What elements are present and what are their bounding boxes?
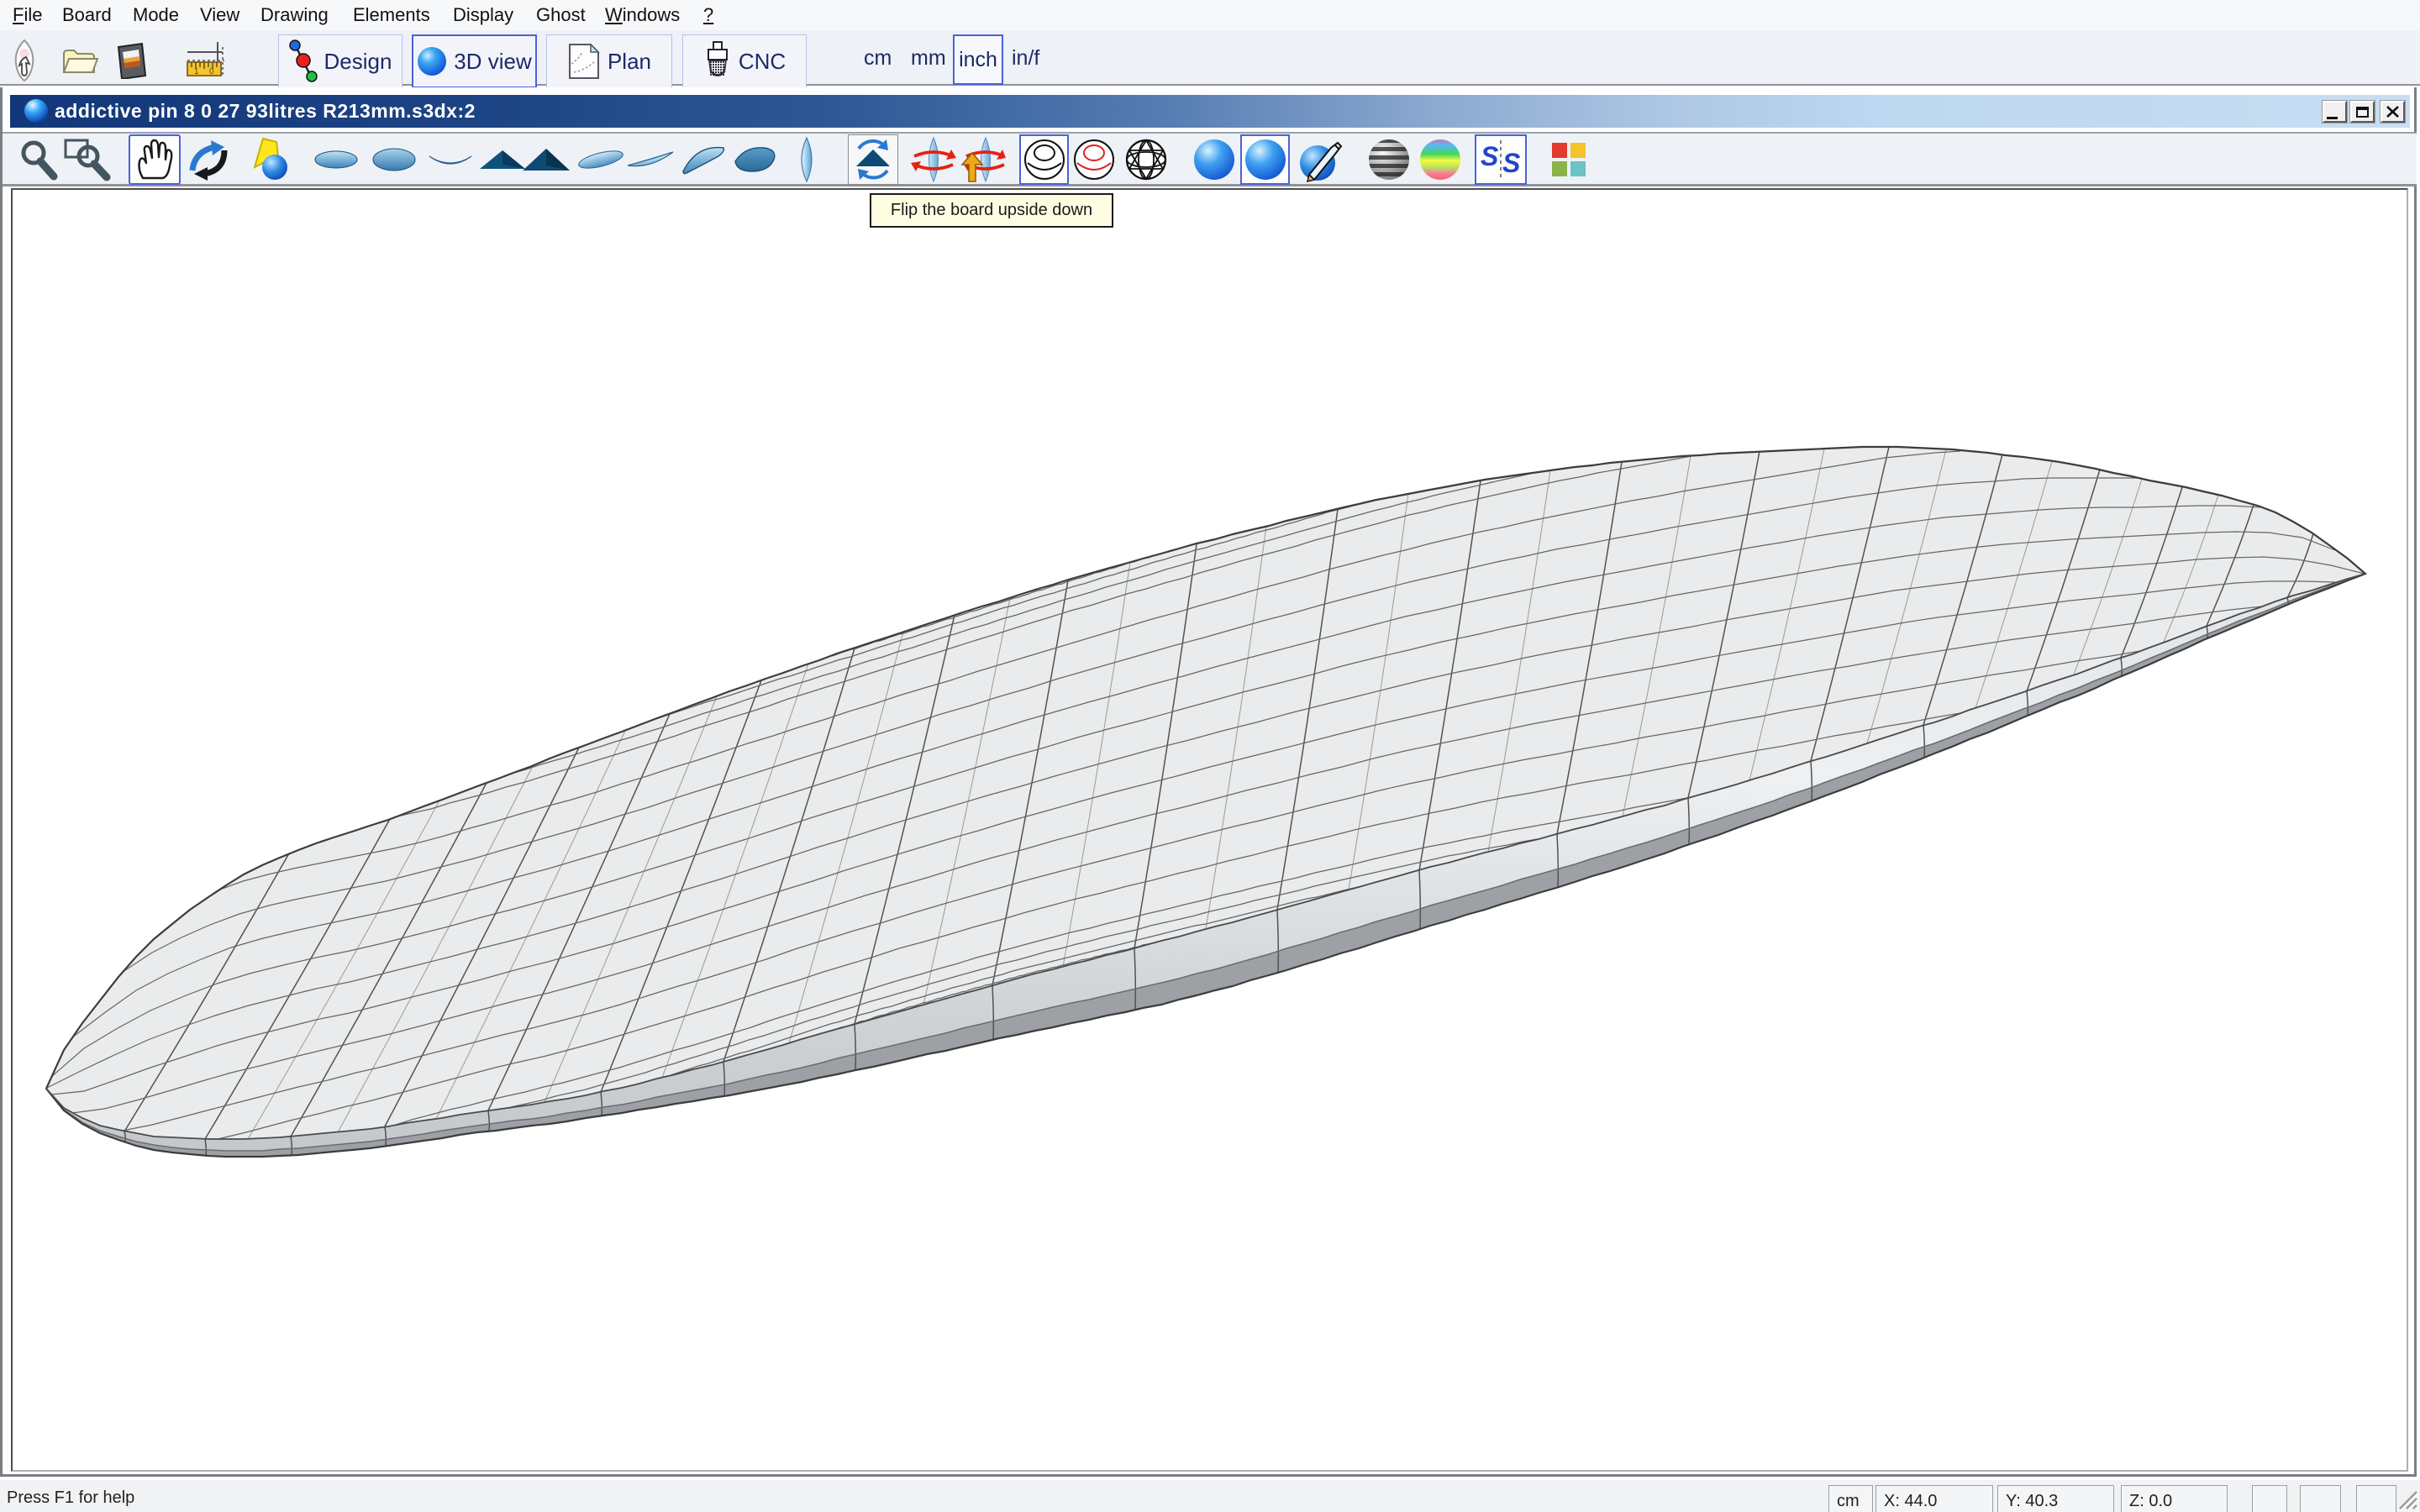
svg-text:1: 1: [194, 67, 199, 76]
svg-text:S: S: [1502, 148, 1521, 178]
svg-text:S: S: [1481, 141, 1499, 171]
svg-text:0: 0: [209, 67, 214, 76]
